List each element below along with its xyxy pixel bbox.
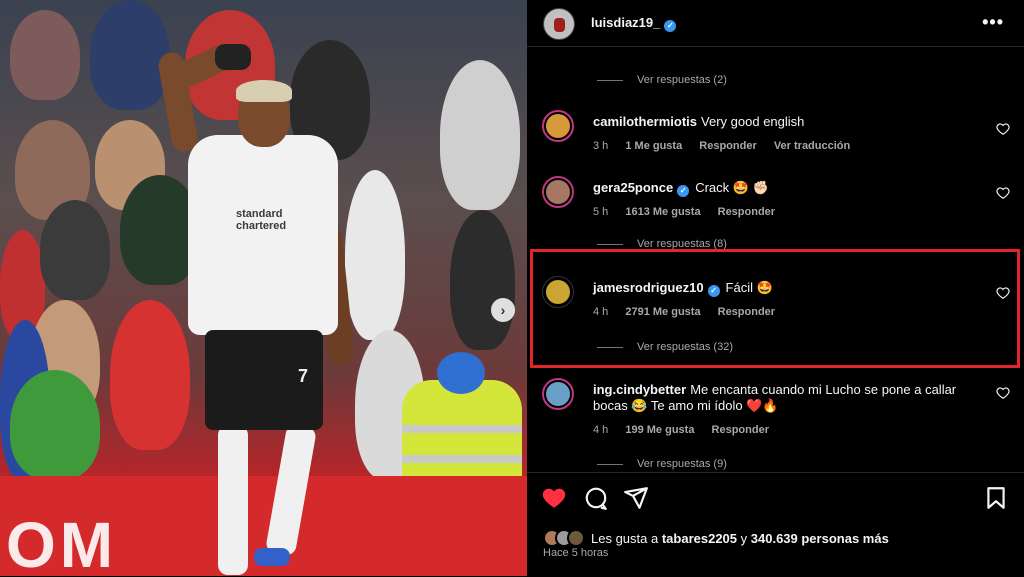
liked-count[interactable]: 340.639 personas más <box>751 531 889 546</box>
next-arrow-icon[interactable]: › <box>491 298 515 322</box>
comments-panel: luisdiaz19_ ✓ ••• Ver respuestas (2) cami… <box>527 0 1024 577</box>
heart-outline-icon[interactable] <box>996 386 1010 400</box>
more-icon[interactable]: ••• <box>982 12 1004 33</box>
view-replies-link[interactable]: Ver respuestas (9) <box>597 458 727 470</box>
post-username[interactable]: luisdiaz19_ <box>591 15 660 30</box>
comment-text: ing.cindybetter Me encanta cuando mi Luch… <box>593 382 963 414</box>
likes-text: Les gusta a tabares2205 y 340.639 person… <box>591 531 889 546</box>
crowd-figure <box>345 170 405 340</box>
verified-icon: ✓ <box>677 185 690 197</box>
post-actions: Les gusta a tabares2205 y 340.639 person… <box>527 472 1024 577</box>
avatar[interactable] <box>542 176 574 208</box>
likes-summary[interactable]: Les gusta a tabares2205 y 340.639 person… <box>543 529 889 547</box>
shirt-sponsor: standard chartered <box>236 208 286 232</box>
post-header: luisdiaz19_ ✓ ••• <box>527 0 1024 47</box>
comment-body: Very good english <box>701 114 805 129</box>
avatar-image <box>546 114 570 138</box>
replies-line <box>597 243 623 245</box>
heart-outline-icon[interactable] <box>996 186 1010 200</box>
comment-item: ing.cindybetter Me encanta cuando mi Luch… <box>527 376 1024 456</box>
avatar[interactable] <box>542 378 574 410</box>
crowd-figure <box>10 370 100 480</box>
avatar[interactable] <box>543 8 575 40</box>
comment-time: 4 h <box>593 424 609 436</box>
comment-username[interactable]: ing.cindybetter <box>593 382 686 397</box>
instagram-post: OM standard chartered 7 › luisdiaz19_ ✓ •… <box>0 0 1024 577</box>
avatar-image <box>546 180 570 204</box>
post-timestamp: Hace 5 horas <box>543 547 609 559</box>
post-username-link[interactable]: luisdiaz19_ ✓ <box>591 15 677 32</box>
avatar <box>567 529 585 547</box>
crowd-figure <box>450 210 515 350</box>
comment-likes[interactable]: 1 Me gusta <box>625 140 682 152</box>
post-photo[interactable]: OM standard chartered 7 › <box>0 0 527 576</box>
liked-by-user[interactable]: tabares2205 <box>662 531 737 546</box>
crowd-figure <box>440 60 520 210</box>
comment-item: camilothermiotis Very good english 3 h 1 … <box>527 108 1024 168</box>
replies-line <box>597 463 623 465</box>
comment-likes[interactable]: 1613 Me gusta <box>625 206 700 218</box>
verified-icon: ✓ <box>664 20 677 32</box>
avatar-image <box>546 382 570 406</box>
comment-time: 5 h <box>593 206 609 218</box>
steward-figure <box>402 352 522 490</box>
replies-line <box>597 79 623 81</box>
reply-button[interactable]: Responder <box>699 140 756 152</box>
comment-text: gera25ponce ✓ Crack 🤩 ✊🏻 <box>593 180 983 197</box>
avatar[interactable] <box>542 110 574 142</box>
comment-time: 3 h <box>593 140 609 152</box>
heart-outline-icon[interactable] <box>996 122 1010 136</box>
ad-board-text: OM <box>6 509 118 576</box>
comment-icon[interactable] <box>583 485 609 511</box>
reply-button[interactable]: Responder <box>712 424 769 436</box>
comment-username[interactable]: camilothermiotis <box>593 114 697 129</box>
player-fist <box>215 44 251 70</box>
player-shoe <box>254 548 290 566</box>
crowd-figure <box>40 200 110 300</box>
comment-item: gera25ponce ✓ Crack 🤩 ✊🏻 5 h 1613 Me gusta… <box>527 174 1024 234</box>
highlight-box <box>530 249 1020 368</box>
comment-likes[interactable]: 199 Me gusta <box>625 424 694 436</box>
comment-body: Crack 🤩 ✊🏻 <box>695 180 769 195</box>
likes-and: y <box>740 530 748 546</box>
comment-meta: 5 h 1613 Me gusta Responder <box>593 206 789 218</box>
view-replies-link[interactable]: Ver respuestas (2) <box>597 74 727 86</box>
comment-meta: 3 h 1 Me gusta Responder Ver traducción <box>593 140 864 152</box>
translate-button[interactable]: Ver traducción <box>774 140 850 152</box>
player-hair <box>236 80 292 102</box>
heart-filled-icon[interactable] <box>541 485 567 511</box>
player-leg <box>218 425 248 575</box>
crowd-figure <box>10 10 80 100</box>
reply-button[interactable]: Responder <box>718 206 775 218</box>
comment-text: camilothermiotis Very good english <box>593 114 983 130</box>
shorts-number: 7 <box>298 366 309 386</box>
comment-username[interactable]: gera25ponce <box>593 180 673 195</box>
bookmark-icon[interactable] <box>983 485 1009 511</box>
share-icon[interactable] <box>623 485 649 511</box>
player-shirt <box>188 135 338 335</box>
likes-prefix: Les gusta a <box>591 530 659 546</box>
crowd-figure <box>110 300 190 450</box>
sponsor-line: standard <box>236 208 283 220</box>
crowd-figure <box>90 0 170 110</box>
view-replies-label[interactable]: Ver respuestas (9) <box>637 458 727 470</box>
view-replies-label[interactable]: Ver respuestas (2) <box>637 74 727 86</box>
sponsor-line: chartered <box>236 220 287 232</box>
comment-meta: 4 h 199 Me gusta Responder <box>593 424 783 436</box>
